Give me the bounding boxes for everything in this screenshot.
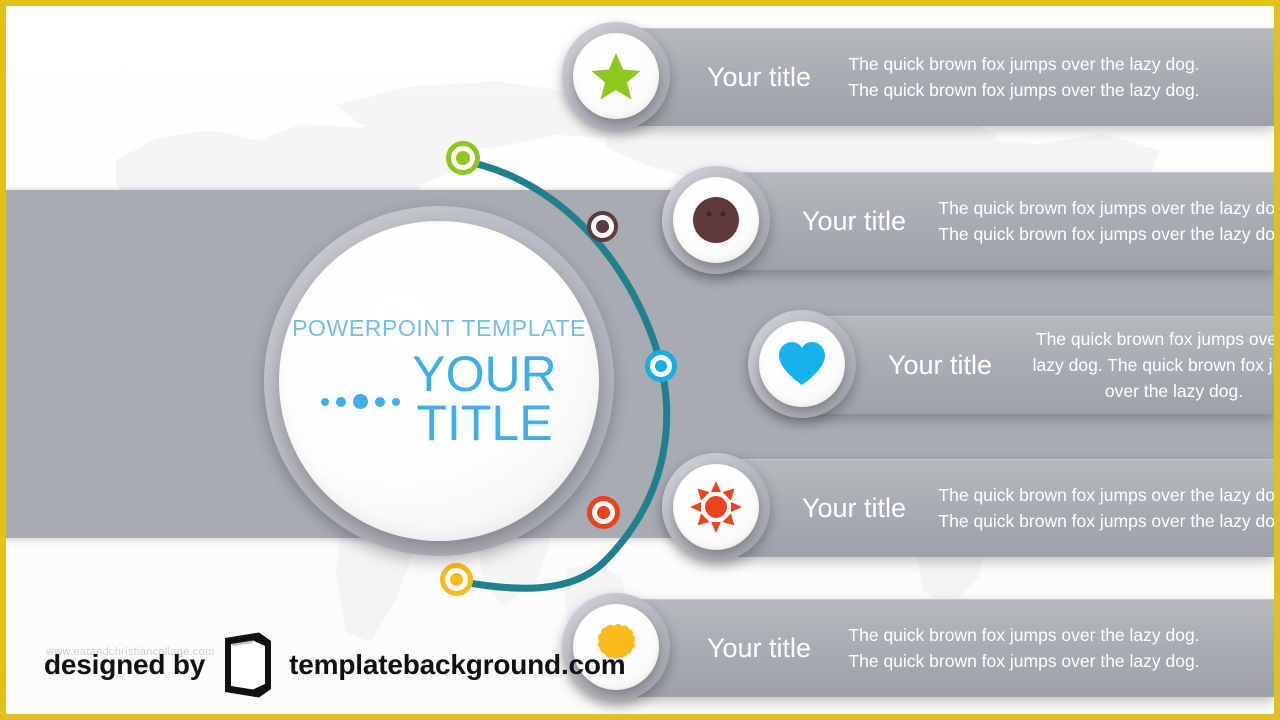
row-title: Your title	[706, 632, 812, 663]
row-body: The quick brown fox jumps over the lazy …	[938, 197, 1280, 244]
arc-node-maroon	[587, 211, 618, 242]
decorative-dots	[321, 394, 401, 409]
arc-node-yellow	[440, 563, 473, 596]
star-icon	[591, 52, 641, 99]
icon-bezel	[662, 452, 770, 561]
center-circle[interactable]: POWERPOINT TEMPLATE YOUR TITLE	[279, 221, 599, 541]
arc-node-green	[446, 141, 480, 175]
row-body: The quick brown fox jumps over the lazy …	[1032, 328, 1280, 402]
row-title: Your title	[801, 205, 907, 236]
arc-node-green-core	[456, 151, 470, 165]
icon-bezel	[748, 309, 856, 418]
icon-disc	[673, 176, 759, 263]
arc-node-red-core	[597, 506, 610, 519]
arc-node-blue	[645, 350, 677, 382]
content-row[interactable]: Your title The quick brown fox jumps ove…	[662, 452, 1274, 561]
slide-canvas: POWERPOINT TEMPLATE YOUR TITLE Your titl…	[0, 0, 1280, 720]
center-kicker: POWERPOINT TEMPLATE	[292, 314, 586, 341]
content-row[interactable]: Your title The quick brown fox jumps ove…	[662, 165, 1274, 274]
arc-node-yellow-core	[450, 573, 463, 586]
sun-icon	[690, 480, 742, 533]
icon-disc	[673, 463, 759, 550]
icon-disc	[573, 32, 659, 119]
row-body: The quick brown fox jumps over the lazy …	[938, 484, 1280, 531]
designed-by-label: designed by	[44, 649, 206, 680]
center-title-line2: TITLE	[416, 394, 553, 451]
center-title: YOUR TITLE	[412, 349, 556, 451]
content-row[interactable]: Your title The quick brown fox jumps ove…	[562, 21, 1274, 130]
row-title: Your title	[801, 492, 907, 523]
footer-branding: designed by templatebackground.com	[44, 632, 626, 698]
content-row[interactable]: Your title The quick brown fox jumps ove…	[748, 309, 1274, 418]
face-icon	[693, 196, 739, 243]
site-label: templatebackground.com	[289, 649, 626, 680]
arc-node-maroon-core	[596, 220, 609, 233]
content-row[interactable]: Your title The quick brown fox jumps ove…	[562, 592, 1274, 701]
arc-node-red	[587, 496, 620, 529]
icon-disc	[759, 320, 845, 407]
row-body: The quick brown fox jumps over the lazy …	[848, 53, 1200, 100]
row-title: Your title	[887, 349, 993, 380]
icon-bezel	[562, 21, 670, 130]
powerpoint-logo-icon	[225, 632, 272, 698]
heart-icon	[779, 341, 825, 385]
row-body: The quick brown fox jumps over the lazy …	[848, 624, 1200, 671]
arc-node-blue-core	[654, 359, 668, 373]
row-title: Your title	[706, 61, 812, 92]
center-title-line1: YOUR	[412, 345, 557, 402]
icon-bezel	[662, 165, 770, 274]
center-title-block: YOUR TITLE	[321, 349, 557, 451]
